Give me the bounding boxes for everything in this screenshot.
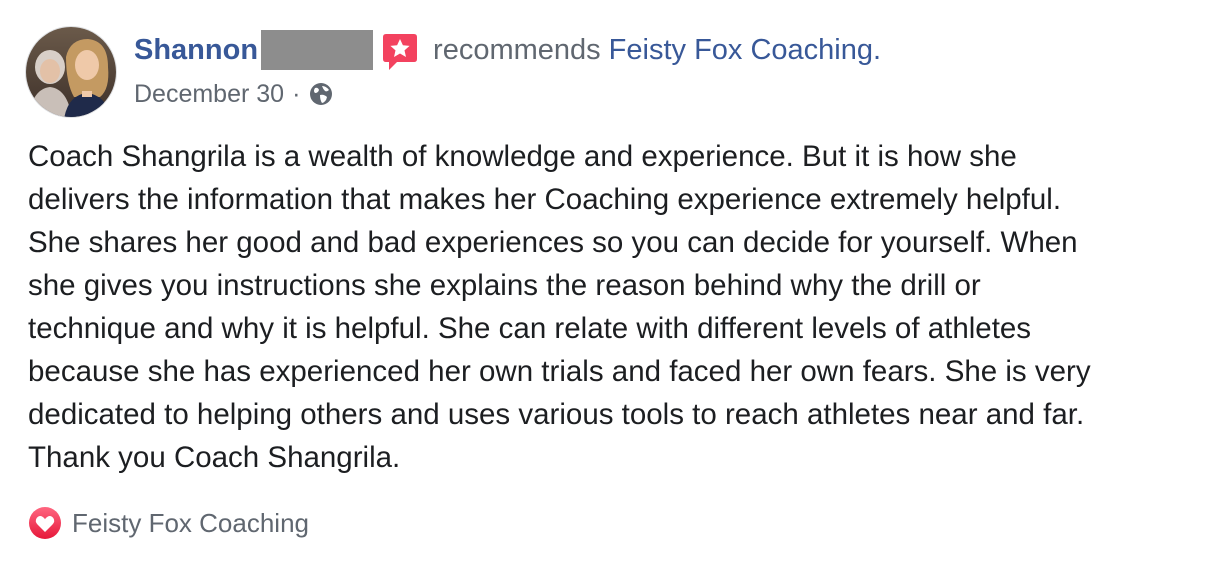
post-header: Shannon recommends Feisty Fox Coaching. [134,28,881,72]
avatar[interactable] [25,26,117,118]
globe-icon[interactable] [308,81,334,107]
body-line: technique and why it is helpful. She can… [28,312,1032,345]
recommendation-star-icon [381,32,419,72]
reaction-label: Feisty Fox Coaching [72,507,309,538]
page-name-link[interactable]: Feisty Fox Coaching. [609,34,881,67]
recommends-text: recommends [433,33,601,66]
body-line: she gives you instructions she explains … [28,269,981,302]
post-meta: December 30 · [134,78,334,110]
body-line: Coach Shangrila is a wealth of knowledge… [28,140,1017,173]
post-body: Coach Shangrila is a wealth of knowledge… [28,135,1203,479]
body-line: delivers the information that makes her … [28,183,1062,216]
body-line: She shares her good and bad experiences … [28,226,1078,259]
redacted-surname [261,30,374,70]
body-line: Thank you Coach Shangrila. [28,441,401,474]
body-line: dedicated to helping others and uses var… [28,398,1085,431]
avatar-photo [26,27,116,117]
meta-separator: · [292,79,301,108]
post-date[interactable]: December 30 [134,80,284,109]
reaction-summary[interactable]: Feisty Fox Coaching [28,503,309,543]
recommendation-post: Shannon recommends Feisty Fox Coaching. … [0,0,1216,562]
body-line: because she has experienced her own tria… [28,355,1091,388]
author-name-link[interactable]: Shannon [134,34,258,67]
heart-reaction-icon [28,506,62,540]
